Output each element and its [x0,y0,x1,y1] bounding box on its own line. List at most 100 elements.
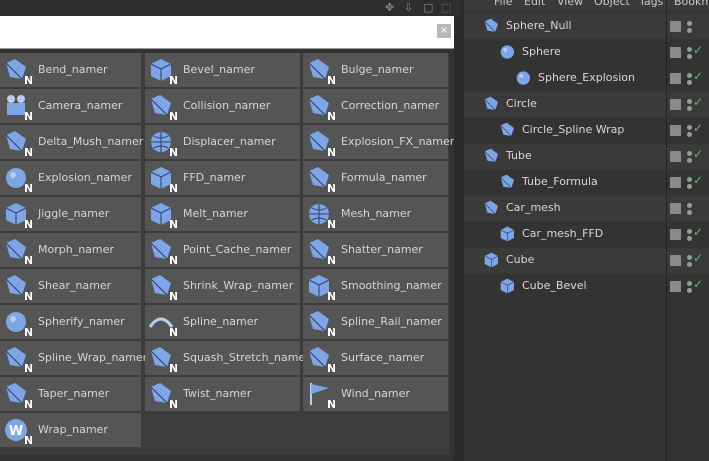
menu-object[interactable]: Object [594,0,630,8]
palette-item-ffd-namer[interactable]: N FFD_namer [145,161,300,195]
layer-checkbox[interactable] [670,99,681,110]
search-input[interactable] [0,16,454,49]
object-row-circle[interactable]: Circle ✓ [464,92,709,117]
palette-item-collision-namer[interactable]: N Collision_namer [145,89,300,123]
editor-visibility-dot[interactable] [687,255,692,260]
palette-item-bevel-namer[interactable]: N Bevel_namer [145,53,300,87]
svg-text:N: N [169,74,177,85]
palette-item-twist-namer[interactable]: N Twist_namer [145,377,300,411]
object-row-circle-spline-wrap[interactable]: Circle_Spline Wrap ✓ [464,118,709,143]
enabled-check-icon[interactable]: ✓ [693,147,703,161]
enabled-check-icon[interactable]: ✓ [693,95,703,109]
layer-checkbox[interactable] [670,21,681,32]
editor-visibility-dot[interactable] [687,125,692,130]
palette-item-spline-rail-namer[interactable]: N Spline_Rail_namer [303,305,448,339]
enabled-check-icon[interactable]: ✓ [693,173,703,187]
render-visibility-dot[interactable] [687,288,692,293]
palette-item-squash-stretch-namer[interactable]: N Squash_Stretch_namer [145,341,310,375]
enabled-check-icon[interactable]: ✓ [693,277,703,291]
object-row-sphere[interactable]: Sphere ✓ [464,40,709,65]
render-visibility-dot[interactable] [687,262,692,267]
layer-checkbox[interactable] [670,47,681,58]
menu-view[interactable]: View [557,0,583,8]
palette-item-point-cache-namer[interactable]: N Point_Cache_namer [145,233,300,267]
object-row-cube[interactable]: Cube ✓ [464,248,709,273]
layer-checkbox[interactable] [670,177,681,188]
render-visibility-dot[interactable] [687,80,692,85]
layer-checkbox[interactable] [670,125,681,136]
palette-item-delta-mush-namer[interactable]: N Delta_Mush_namer [0,125,143,159]
palette-item-melt-namer[interactable]: N Melt_namer [145,197,300,231]
menu-bookm[interactable]: Bookm [674,0,709,8]
palette-item-shrink-wrap-namer[interactable]: N Shrink_Wrap_namer [145,269,300,303]
layer-checkbox[interactable] [670,203,681,214]
object-row-sphere-null[interactable]: Sphere_Null [464,14,709,39]
render-visibility-dot[interactable] [687,158,692,163]
palette-item-spline-namer[interactable]: N Spline_namer [145,305,300,339]
object-row-car-mesh[interactable]: Car_mesh [464,196,709,221]
palette-item-wind-namer[interactable]: N Wind_namer [303,377,448,411]
enabled-check-icon[interactable]: ✓ [693,121,703,135]
menu-tags[interactable]: Tags [639,0,663,8]
palette-item-bulge-namer[interactable]: N Bulge_namer [303,53,448,87]
editor-visibility-dot[interactable] [687,203,692,208]
palette-item-shatter-namer[interactable]: N Shatter_namer [303,233,448,267]
render-visibility-dot[interactable] [687,28,692,33]
palette-item-formula-namer[interactable]: N Formula_namer [303,161,448,195]
menu-file[interactable]: File [494,0,512,8]
down-arrow-icon[interactable]: ⇩ [404,1,413,14]
object-row-tube[interactable]: Tube ✓ [464,144,709,169]
editor-visibility-dot[interactable] [687,177,692,182]
palette-item-correction-namer[interactable]: N Correction_namer [303,89,448,123]
palette-item-morph-namer[interactable]: N Morph_namer [0,233,141,267]
render-visibility-dot[interactable] [687,184,692,189]
panel-divider[interactable] [454,16,464,461]
expand-icon[interactable]: ⬚ [441,1,451,14]
editor-visibility-dot[interactable] [687,229,692,234]
palette-item-bend-namer[interactable]: N Bend_namer [0,53,141,87]
enabled-check-icon[interactable]: ✓ [693,251,703,265]
palette-item-spline-wrap-namer[interactable]: N Spline_Wrap_namer [0,341,147,375]
render-visibility-dot[interactable] [687,236,692,241]
squash-stretch-icon: N [150,347,177,373]
layer-checkbox[interactable] [670,229,681,240]
palette-item-smoothing-namer[interactable]: N Smoothing_namer [303,269,448,303]
enabled-check-icon[interactable]: ✓ [693,43,703,57]
editor-visibility-dot[interactable] [687,47,692,52]
editor-visibility-dot[interactable] [687,281,692,286]
palette-item-camera-namer[interactable]: N Camera_namer [0,89,141,123]
object-row-cube-bevel[interactable]: Cube_Bevel ✓ [464,274,709,299]
render-visibility-dot[interactable] [687,210,692,215]
palette-item-mesh-namer[interactable]: N Mesh_namer [303,197,448,231]
palette-item-explosion-namer[interactable]: N Explosion_namer [0,161,141,195]
layer-checkbox[interactable] [670,281,681,292]
object-row-sphere-explosion[interactable]: Sphere_Explosion ✓ [464,66,709,91]
palette-item-explosion-fx-namer[interactable]: N Explosion_FX_namer [303,125,454,159]
palette-item-jiggle-namer[interactable]: N Jiggle_namer [0,197,141,231]
render-visibility-dot[interactable] [687,54,692,59]
object-row-tube-formula[interactable]: Tube_Formula ✓ [464,170,709,195]
palette-item-taper-namer[interactable]: N Taper_namer [0,377,141,411]
menu-edit[interactable]: Edit [524,0,545,8]
editor-visibility-dot[interactable] [687,21,692,26]
square-icon[interactable]: ▢ [423,1,433,14]
move-icon[interactable]: ✥ [385,1,394,14]
render-visibility-dot[interactable] [687,132,692,137]
close-icon[interactable]: × [437,24,451,38]
palette-item-spherify-namer[interactable]: N Spherify_namer [0,305,141,339]
palette-item-shear-namer[interactable]: N Shear_namer [0,269,141,303]
layer-checkbox[interactable] [670,73,681,84]
editor-visibility-dot[interactable] [687,99,692,104]
editor-visibility-dot[interactable] [687,151,692,156]
point-cache-icon: N [150,239,177,265]
palette-item-wrap-namer[interactable]: W N Wrap_namer [0,413,141,447]
palette-item-displacer-namer[interactable]: N Displacer_namer [145,125,300,159]
editor-visibility-dot[interactable] [687,73,692,78]
enabled-check-icon[interactable]: ✓ [693,69,703,83]
palette-item-surface-namer[interactable]: N Surface_namer [303,341,448,375]
object-row-car-mesh-ffd[interactable]: Car_mesh_FFD ✓ [464,222,709,247]
enabled-check-icon[interactable]: ✓ [693,225,703,239]
layer-checkbox[interactable] [670,255,681,266]
render-visibility-dot[interactable] [687,106,692,111]
layer-checkbox[interactable] [670,151,681,162]
